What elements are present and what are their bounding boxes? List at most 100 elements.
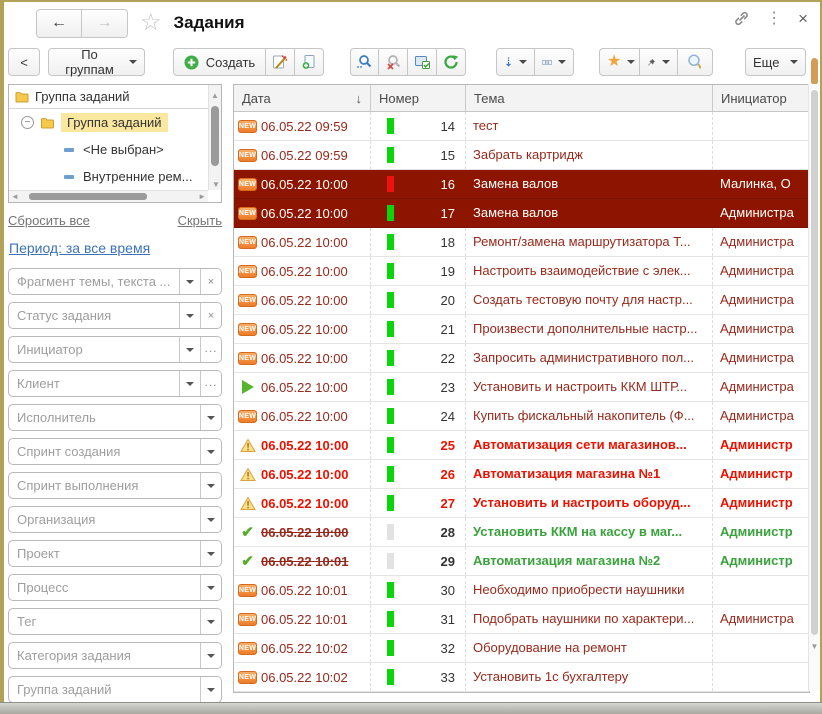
link-icon[interactable] bbox=[733, 10, 750, 27]
column-header-number[interactable]: Номер bbox=[370, 85, 465, 111]
task-row[interactable]: NEW06.05.22 09:5915Забрать картридж bbox=[234, 141, 809, 170]
refresh-button[interactable] bbox=[437, 48, 466, 76]
filter-field[interactable]: Исполнитель bbox=[8, 404, 222, 431]
filter-dropdown-button[interactable] bbox=[179, 269, 200, 294]
filter-dropdown-button[interactable] bbox=[179, 371, 200, 396]
columns-button[interactable] bbox=[535, 48, 574, 76]
back-button[interactable]: ← bbox=[36, 9, 82, 38]
filter-dropdown-button[interactable] bbox=[200, 643, 221, 668]
task-row[interactable]: NEW06.05.22 10:0022Запросить администрат… bbox=[234, 344, 809, 373]
splitter-handle[interactable] bbox=[811, 58, 818, 85]
filter-field[interactable]: Процесс bbox=[8, 574, 222, 601]
filter-dropdown-button[interactable] bbox=[179, 337, 200, 362]
task-row[interactable]: ✔06.05.22 10:0028Установить ККМ на кассу… bbox=[234, 518, 809, 547]
filter-dropdown-button[interactable] bbox=[200, 541, 221, 566]
tree-item-internal[interactable]: Внутренние рем... bbox=[9, 163, 221, 190]
collapse-node-icon[interactable]: − bbox=[21, 116, 34, 129]
scroll-right-icon[interactable]: ► bbox=[198, 193, 206, 201]
task-row[interactable]: NEW06.05.22 10:0016Замена валовМалинка, … bbox=[234, 170, 809, 199]
period-link[interactable]: Период: за все время bbox=[9, 240, 150, 256]
task-row[interactable]: 06.05.22 10:0023Установить и настроить К… bbox=[234, 373, 809, 402]
task-row[interactable]: 06.05.22 10:0027Установить и настроить о… bbox=[234, 489, 809, 518]
go-to-end-button[interactable] bbox=[496, 48, 535, 76]
collapse-sidebar-button[interactable]: < bbox=[8, 48, 40, 76]
arrow-down-dots-icon bbox=[504, 55, 513, 69]
task-row[interactable]: 06.05.22 10:0025Автоматизация сети магаз… bbox=[234, 431, 809, 460]
tree-item-group[interactable]: − Группа заданий bbox=[9, 109, 221, 136]
task-number-cell: 24 bbox=[370, 402, 465, 430]
filter-dropdown-button[interactable] bbox=[200, 677, 221, 702]
kebab-menu-icon[interactable]: ⋮ bbox=[766, 11, 782, 27]
filter-field[interactable]: Инициатор... bbox=[8, 336, 222, 363]
filter-field[interactable]: Проект bbox=[8, 540, 222, 567]
filter-field[interactable]: Фрагмент темы, текста ...× bbox=[8, 268, 222, 295]
filter-clear-button[interactable]: × bbox=[200, 269, 221, 294]
table-vertical-scrollbar[interactable]: ▼ bbox=[808, 84, 820, 691]
filter-dropdown-button[interactable] bbox=[200, 473, 221, 498]
favorites-button[interactable]: ★ bbox=[599, 48, 640, 76]
column-header-initiator[interactable]: Инициатор bbox=[712, 85, 809, 111]
group-by-button[interactable]: По группам bbox=[48, 48, 145, 76]
task-row[interactable]: NEW06.05.22 10:0131Подобрать наушники по… bbox=[234, 605, 809, 634]
monocle-button[interactable] bbox=[678, 48, 713, 76]
scroll-up-icon[interactable]: ▲ bbox=[211, 91, 219, 100]
task-number-cell: 17 bbox=[370, 199, 465, 227]
task-row[interactable]: NEW06.05.22 10:0021Произвести дополнител… bbox=[234, 315, 809, 344]
copy-button[interactable] bbox=[295, 48, 324, 76]
more-button[interactable]: Еще bbox=[745, 48, 806, 76]
task-row[interactable]: NEW06.05.22 10:0130Необходимо приобрести… bbox=[234, 576, 809, 605]
filter-field[interactable]: Тег bbox=[8, 608, 222, 635]
filter-field[interactable]: Статус задания× bbox=[8, 302, 222, 329]
column-header-theme[interactable]: Тема bbox=[465, 85, 712, 111]
row-status-icon-cell: NEW bbox=[234, 584, 261, 597]
create-by-template-button[interactable] bbox=[266, 48, 295, 76]
column-header-date[interactable]: Дата ↓ bbox=[234, 85, 370, 111]
scrollbar-thumb[interactable] bbox=[29, 193, 147, 200]
tree-item-not-selected[interactable]: <Не выбран> bbox=[9, 136, 221, 163]
task-row[interactable]: NEW06.05.22 10:0017Замена валовАдминистр… bbox=[234, 199, 809, 228]
filter-dropdown-button[interactable] bbox=[200, 575, 221, 600]
task-row[interactable]: NEW06.05.22 10:0018Ремонт/замена маршрут… bbox=[234, 228, 809, 257]
filter-dropdown-button[interactable] bbox=[200, 507, 221, 532]
filter-dropdown-button[interactable] bbox=[200, 609, 221, 634]
filter-field[interactable]: Группа заданий bbox=[8, 676, 222, 702]
task-row[interactable]: ✔06.05.22 10:0129Автоматизация магазина … bbox=[234, 547, 809, 576]
scroll-left-icon[interactable]: ◄ bbox=[11, 193, 19, 201]
search-button[interactable] bbox=[350, 48, 379, 76]
cancel-search-button[interactable] bbox=[379, 48, 408, 76]
row-status-icon-cell: NEW bbox=[234, 352, 261, 365]
reset-all-link[interactable]: Сбросить все bbox=[8, 213, 90, 228]
configure-list-button[interactable] bbox=[408, 48, 437, 76]
filter-dropdown-button[interactable] bbox=[200, 405, 221, 430]
filter-choose-button[interactable]: ... bbox=[200, 337, 221, 362]
tree-vertical-scrollbar[interactable]: ▲ ▼ bbox=[208, 85, 221, 190]
task-row[interactable]: NEW06.05.22 10:0232Оборудование на ремон… bbox=[234, 634, 809, 663]
filter-clear-button[interactable]: × bbox=[200, 303, 221, 328]
scrollbar-thumb[interactable] bbox=[211, 106, 219, 166]
filter-choose-button[interactable]: ... bbox=[200, 371, 221, 396]
close-icon[interactable]: × bbox=[798, 10, 808, 27]
filter-field[interactable]: Спринт создания bbox=[8, 438, 222, 465]
task-row[interactable]: NEW06.05.22 10:0020Создать тестовую почт… bbox=[234, 286, 809, 315]
filter-field[interactable]: Категория задания bbox=[8, 642, 222, 669]
pin-button[interactable] bbox=[640, 48, 678, 76]
task-theme: Оборудование на ремонт bbox=[465, 634, 712, 662]
task-row[interactable]: 06.05.22 10:0026Автоматизация магазина №… bbox=[234, 460, 809, 489]
scrollbar-thumb[interactable] bbox=[811, 90, 818, 635]
create-button[interactable]: Создать bbox=[173, 48, 266, 76]
tree-horizontal-scrollbar[interactable]: ◄ ► bbox=[9, 190, 208, 202]
filter-dropdown-button[interactable] bbox=[200, 439, 221, 464]
scroll-down-icon[interactable]: ▼ bbox=[212, 181, 220, 189]
hide-link[interactable]: Скрыть bbox=[178, 213, 222, 228]
filter-field[interactable]: Организация bbox=[8, 506, 222, 533]
task-row[interactable]: NEW06.05.22 10:0019Настроить взаимодейст… bbox=[234, 257, 809, 286]
filter-dropdown-button[interactable] bbox=[179, 303, 200, 328]
task-row[interactable]: NEW06.05.22 09:5914тест bbox=[234, 112, 809, 141]
forward-button[interactable]: → bbox=[82, 9, 128, 38]
filter-field[interactable]: Спринт выполнения bbox=[8, 472, 222, 499]
favorite-star-icon[interactable]: ☆ bbox=[140, 11, 162, 35]
task-row[interactable]: NEW06.05.22 10:0024Купить фискальный нак… bbox=[234, 402, 809, 431]
task-row[interactable]: NEW06.05.22 10:0233Установить 1с бухгалт… bbox=[234, 663, 809, 692]
scroll-down-icon[interactable]: ▼ bbox=[809, 642, 820, 651]
filter-field[interactable]: Клиент... bbox=[8, 370, 222, 397]
